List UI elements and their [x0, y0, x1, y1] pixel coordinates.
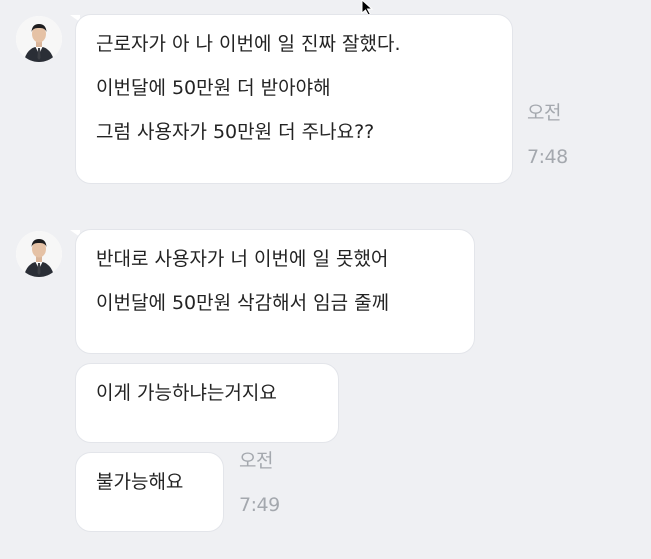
avatar[interactable] [16, 16, 62, 62]
timestamp-time: 7:48 [527, 146, 568, 168]
chat-bubble[interactable]: 근로자가 아 나 이번에 일 진짜 잘했다. 이번달에 50만원 더 받아야해 … [75, 14, 513, 184]
profile-photo-icon [16, 231, 62, 277]
message-line: 그럼 사용자가 50만원 더 주나요?? [96, 121, 375, 143]
message-timestamp: 오전 7:48 [527, 102, 568, 190]
chat-bubble[interactable]: 반대로 사용자가 너 이번에 일 못했어 이번달에 50만원 삭감해서 임금 줄… [75, 229, 475, 354]
chat-canvas: 근로자가 아 나 이번에 일 진짜 잘했다. 이번달에 50만원 더 받아야해 … [0, 0, 651, 559]
message-line: 반대로 사용자가 너 이번에 일 못했어 [96, 248, 389, 270]
message-line: 근로자가 아 나 이번에 일 진짜 잘했다. [96, 33, 401, 55]
message-timestamp: 오전 7:49 [239, 450, 280, 538]
chat-bubble[interactable]: 불가능해요 [75, 452, 224, 532]
timestamp-ampm: 오전 [239, 450, 273, 472]
message-line: 이게 가능하냐는거지요 [96, 382, 277, 404]
message-line: 이번달에 50만원 더 받아야해 [96, 77, 331, 99]
profile-photo-icon [16, 16, 62, 62]
message-line: 이번달에 50만원 삭감해서 임금 줄께 [96, 292, 390, 314]
timestamp-ampm: 오전 [527, 102, 561, 124]
message-line: 불가능해요 [96, 471, 184, 493]
avatar[interactable] [16, 231, 62, 277]
chat-bubble[interactable]: 이게 가능하냐는거지요 [75, 363, 339, 443]
timestamp-time: 7:49 [239, 494, 280, 516]
